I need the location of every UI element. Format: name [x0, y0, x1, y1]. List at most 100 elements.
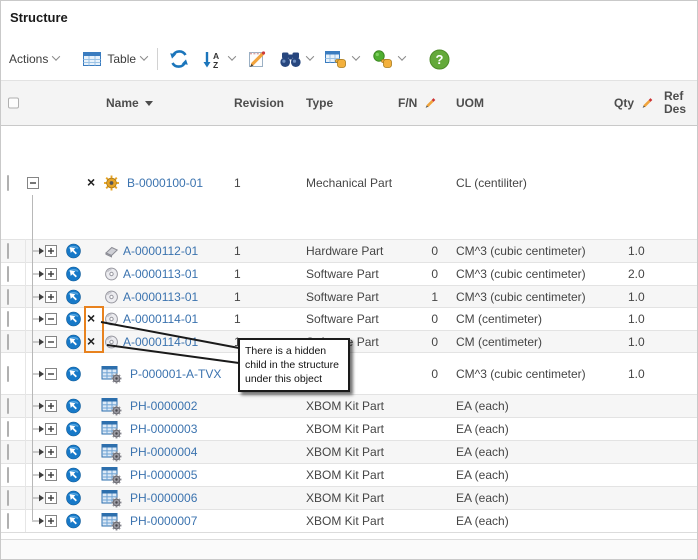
part-name-link[interactable]: B-0000100-01 — [127, 176, 203, 190]
uom-cell: EA (each) — [456, 468, 509, 482]
part-name-link-text[interactable]: A-0000113-01 — [123, 290, 198, 304]
part-name-link-text[interactable]: PH-0000006 — [130, 491, 197, 505]
tree-expand-toggle[interactable] — [32, 446, 58, 458]
row-checkbox[interactable] — [7, 267, 9, 281]
tree-expand-toggle[interactable] — [32, 245, 58, 257]
part-name-link[interactable]: PH-0000004 — [130, 445, 197, 459]
part-name-link[interactable]: PH-0000002 — [130, 399, 197, 413]
part-name-link[interactable]: A-0000114-01 — [123, 312, 198, 326]
part-name-link-text[interactable]: PH-0000004 — [130, 445, 197, 459]
part-name-link[interactable]: A-0000113-01 — [123, 290, 198, 304]
part-name-link[interactable]: PH-0000003 — [130, 422, 197, 436]
part-name-link[interactable]: PH-0000005 — [130, 468, 197, 482]
tree-expand-toggle[interactable] — [32, 492, 58, 504]
tree-expand-toggle[interactable] — [32, 423, 58, 435]
navigate-sphere-icon[interactable] — [66, 244, 81, 259]
column-header-name-label: Name — [106, 96, 139, 110]
table-row: A-0000112-011Hardware Part0CM^3 (cubic c… — [1, 239, 698, 262]
row-checkbox[interactable] — [7, 514, 9, 528]
part-name-link-text[interactable]: PH-0000003 — [130, 422, 197, 436]
column-header-revision[interactable]: Revision — [234, 96, 284, 110]
part-name-link-text[interactable]: A-0000114-01 — [123, 312, 198, 326]
column-header-type[interactable]: Type — [306, 96, 333, 110]
part-name-link-text[interactable]: PH-0000005 — [130, 468, 197, 482]
table-edit-button[interactable] — [325, 50, 359, 69]
qty-cell: 1.0 — [628, 244, 645, 258]
navigate-sphere-icon[interactable] — [66, 399, 81, 414]
uom-cell: EA (each) — [456, 514, 509, 528]
part-name-link[interactable]: A-0000113-01 — [123, 267, 198, 281]
find-button[interactable] — [279, 51, 313, 68]
row-checkbox[interactable] — [7, 367, 9, 381]
pencil-icon — [424, 97, 436, 109]
actions-menu[interactable]: Actions — [9, 52, 59, 66]
navigate-sphere-icon[interactable] — [66, 267, 81, 282]
chevron-down-icon — [352, 52, 360, 60]
part-name-link-text[interactable]: B-0000100-01 — [127, 176, 203, 190]
part-name-link[interactable]: A-0000114-01 — [123, 335, 198, 349]
tree-collapse-toggle[interactable] — [32, 313, 58, 325]
revision-cell: 1 — [234, 267, 241, 281]
row-checkbox[interactable] — [7, 290, 9, 304]
part-name-link-text[interactable]: P-000001-A-TVX — [130, 367, 221, 381]
tree-expand-toggle[interactable] — [32, 515, 58, 527]
column-header-refdes[interactable]: Ref Des — [664, 90, 686, 116]
table-hand-icon — [325, 50, 348, 69]
edit-button[interactable] — [247, 50, 267, 69]
navigate-sphere-icon[interactable] — [66, 514, 81, 529]
column-header-name[interactable]: Name — [106, 96, 153, 110]
help-button[interactable]: ? — [429, 49, 450, 70]
row-checkbox[interactable] — [7, 335, 9, 349]
navigate-sphere-icon[interactable] — [66, 289, 81, 304]
tree-expand-toggle[interactable] — [32, 469, 58, 481]
fn-cell: 1 — [406, 290, 438, 304]
navigate-sphere-icon[interactable] — [66, 468, 81, 483]
row-checkbox[interactable] — [7, 312, 9, 326]
tree-expand-toggle[interactable] — [32, 268, 58, 280]
collect-button[interactable] — [371, 50, 405, 69]
table-menu[interactable]: Table — [83, 51, 147, 67]
table-row: PH-0000007XBOM Kit PartEA (each) — [1, 509, 698, 532]
part-name-link-text[interactable]: PH-0000007 — [130, 514, 197, 528]
svg-text:?: ? — [436, 52, 444, 67]
part-name-link-text[interactable]: A-0000114-01 — [123, 335, 198, 349]
column-header-qty[interactable]: Qty — [614, 96, 653, 110]
row-checkbox[interactable] — [7, 244, 9, 258]
navigate-sphere-icon[interactable] — [66, 312, 81, 327]
tree-expand-toggle[interactable] — [32, 400, 58, 412]
tree-expand-toggle[interactable] — [32, 291, 58, 303]
tree-collapse-toggle[interactable] — [32, 336, 58, 348]
part-name-link-text[interactable]: PH-0000002 — [130, 399, 197, 413]
row-checkbox[interactable] — [7, 422, 9, 436]
part-name-link[interactable]: PH-0000006 — [130, 491, 197, 505]
actions-menu-label: Actions — [9, 52, 48, 66]
part-name-link-text[interactable]: A-0000112-01 — [123, 244, 198, 258]
qty-cell: 1.0 — [628, 367, 645, 381]
xbom-part-icon — [101, 488, 122, 508]
row-checkbox[interactable] — [7, 445, 9, 459]
navigate-sphere-icon[interactable] — [66, 334, 81, 349]
navigate-sphere-icon[interactable] — [66, 491, 81, 506]
tree-collapse-toggle[interactable] — [32, 368, 58, 380]
navigate-sphere-icon[interactable] — [66, 366, 81, 381]
revision-cell: 1 — [234, 312, 241, 326]
navigate-sphere-icon[interactable] — [66, 445, 81, 460]
row-checkbox[interactable] — [7, 491, 9, 505]
part-name-link[interactable]: A-0000112-01 — [123, 244, 198, 258]
hidden-child-marker-icon: × — [87, 176, 95, 190]
row-checkbox[interactable] — [7, 468, 9, 482]
part-name-link[interactable]: P-000001-A-TVX — [130, 367, 221, 381]
part-name-link-text[interactable]: A-0000113-01 — [123, 267, 198, 281]
chevron-down-icon — [228, 52, 236, 60]
select-all-checkbox[interactable] — [8, 98, 19, 109]
tree-collapse-toggle[interactable] — [27, 177, 39, 189]
column-header-fn[interactable]: F/N — [398, 96, 436, 110]
part-name-link[interactable]: PH-0000007 — [130, 514, 197, 528]
row-checkbox[interactable] — [7, 176, 9, 190]
sort-button[interactable]: A Z — [202, 50, 235, 69]
navigate-sphere-icon[interactable] — [66, 422, 81, 437]
column-header-uom[interactable]: UOM — [456, 96, 484, 110]
row-checkbox[interactable] — [7, 399, 9, 413]
refresh-button[interactable] — [168, 49, 190, 69]
xbom-part-icon — [101, 396, 122, 416]
